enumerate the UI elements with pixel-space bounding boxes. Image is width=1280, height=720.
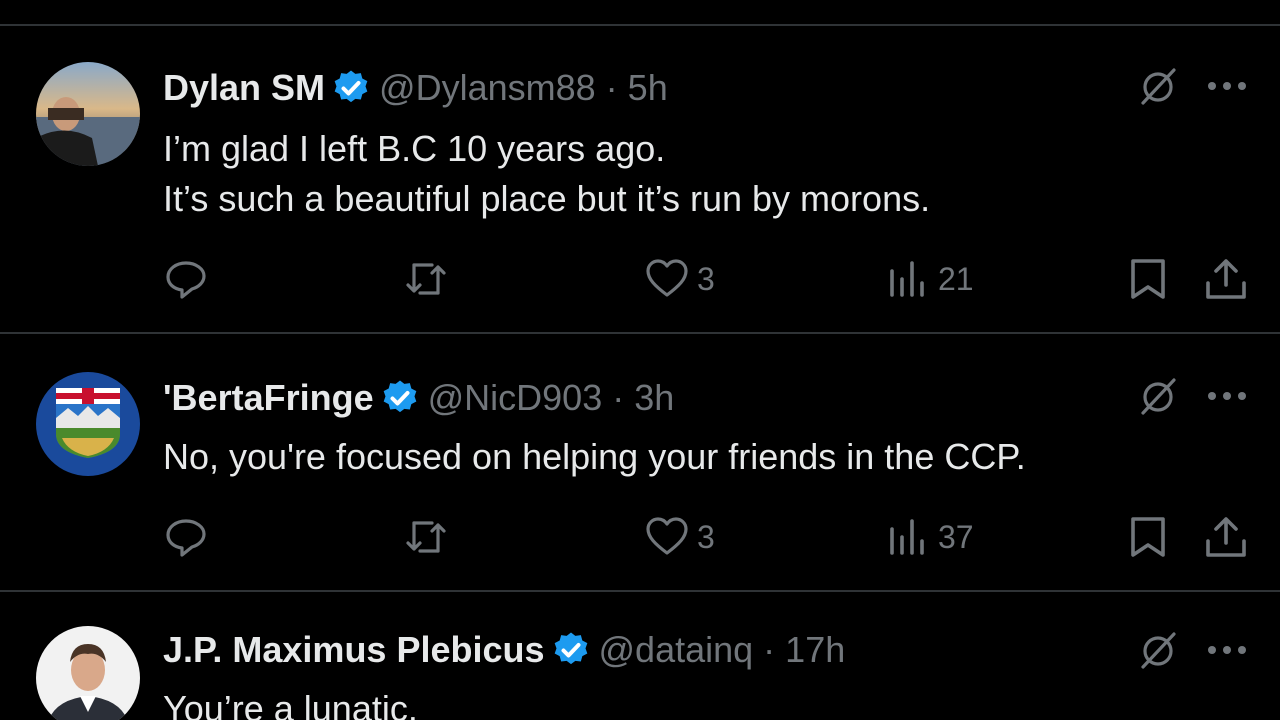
separator-dot: · (605, 67, 618, 108)
like-count: 3 (697, 260, 715, 297)
repost-button[interactable] (404, 512, 448, 562)
tweet-text: I’m glad I left B.C 10 years ago. It’s s… (163, 124, 930, 224)
like-button[interactable]: 3 (645, 512, 715, 562)
avatar[interactable] (36, 372, 140, 476)
verified-badge-icon (383, 380, 416, 413)
grok-icon[interactable] (1136, 64, 1180, 108)
bookmark-button[interactable] (1126, 254, 1170, 304)
separator-dot: · (763, 629, 776, 670)
timestamp[interactable]: 3h (634, 377, 674, 419)
reply-icon (166, 261, 206, 299)
tweet-header: 'BertaFringe @NicD903 · 3h (163, 376, 674, 420)
reply-button[interactable] (164, 254, 208, 304)
timestamp[interactable]: 5h (628, 67, 668, 109)
more-options-icon[interactable] (1206, 644, 1248, 656)
reply-icon (166, 519, 206, 557)
repost-button[interactable] (404, 254, 448, 304)
username[interactable]: @NicD903 (428, 377, 603, 419)
tweet-text-line: I’m glad I left B.C 10 years ago. (163, 128, 666, 169)
view-count: 37 (938, 518, 974, 555)
action-bar: 3 37 (0, 512, 1280, 562)
analytics-icon (890, 519, 924, 555)
reply-feed: Dylan SM @Dylansm88 · 5h I’m glad I left… (0, 0, 1280, 720)
share-icon (1206, 259, 1246, 299)
like-button[interactable]: 3 (645, 254, 715, 304)
username[interactable]: @Dylansm88 (379, 67, 596, 109)
tweet-text-line: No, you're focused on helping your frien… (163, 436, 1026, 477)
view-count: 21 (938, 260, 974, 297)
tweet[interactable]: J.P. Maximus Plebicus @datainq · 17h You… (0, 626, 1280, 720)
tweet-text: You’re a lunatic. (163, 684, 418, 720)
views-button[interactable]: 21 (886, 254, 974, 304)
reply-button[interactable] (164, 512, 208, 562)
bookmark-icon (1131, 259, 1165, 299)
tweet[interactable]: 'BertaFringe @NicD903 · 3h No, you're fo… (0, 372, 1280, 582)
share-button[interactable] (1204, 512, 1248, 562)
bookmark-button[interactable] (1126, 512, 1170, 562)
repost-icon (406, 263, 446, 295)
heart-icon (646, 259, 688, 297)
tweet-text-line: You’re a lunatic. (163, 688, 418, 720)
repost-icon (406, 521, 446, 553)
more-options-icon[interactable] (1206, 80, 1248, 92)
more-options-icon[interactable] (1206, 390, 1248, 402)
like-count: 3 (697, 518, 715, 555)
divider (0, 24, 1280, 26)
heart-icon (646, 517, 688, 555)
display-name[interactable]: J.P. Maximus Plebicus (163, 629, 545, 671)
timestamp[interactable]: 17h (785, 629, 845, 671)
avatar[interactable] (36, 626, 140, 720)
analytics-icon (890, 261, 924, 297)
share-button[interactable] (1204, 254, 1248, 304)
verified-badge-icon (334, 70, 368, 103)
views-button[interactable]: 37 (886, 512, 974, 562)
share-icon (1206, 517, 1246, 557)
tweet-header: J.P. Maximus Plebicus @datainq · 17h (163, 628, 845, 672)
divider (0, 332, 1280, 334)
username[interactable]: @datainq (599, 629, 754, 671)
avatar[interactable] (36, 62, 140, 166)
action-bar: 3 21 (0, 254, 1280, 304)
separator-dot: · (612, 377, 625, 418)
bookmark-icon (1131, 517, 1165, 557)
tweet-text-line: It’s such a beautiful place but it’s run… (163, 178, 931, 219)
tweet-header: Dylan SM @Dylansm88 · 5h (163, 66, 668, 110)
grok-icon[interactable] (1136, 374, 1180, 418)
grok-icon[interactable] (1136, 628, 1180, 672)
tweet-text: No, you're focused on helping your frien… (163, 432, 1026, 482)
tweet[interactable]: Dylan SM @Dylansm88 · 5h I’m glad I left… (0, 62, 1280, 322)
divider (0, 590, 1280, 592)
display-name[interactable]: 'BertaFringe (163, 377, 374, 419)
verified-badge-icon (554, 632, 587, 665)
display-name[interactable]: Dylan SM (163, 67, 325, 109)
